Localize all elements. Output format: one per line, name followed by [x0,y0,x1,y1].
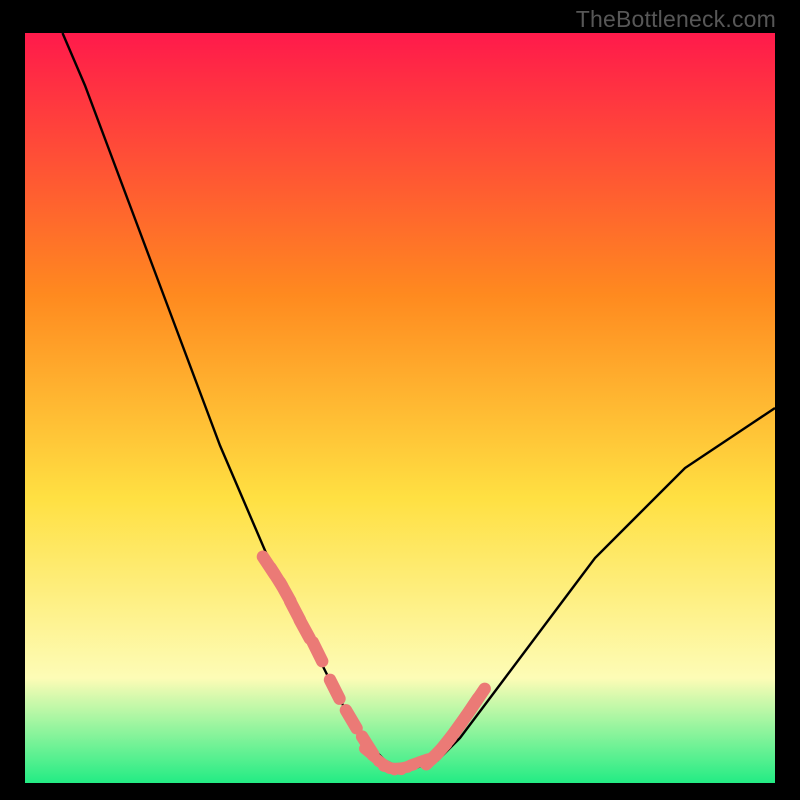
data-marker [330,680,340,699]
chart-frame [25,33,775,783]
data-marker [313,642,322,661]
bottleneck-chart [25,33,775,783]
gradient-background [25,33,775,783]
watermark-text: TheBottleneck.com [576,6,776,33]
